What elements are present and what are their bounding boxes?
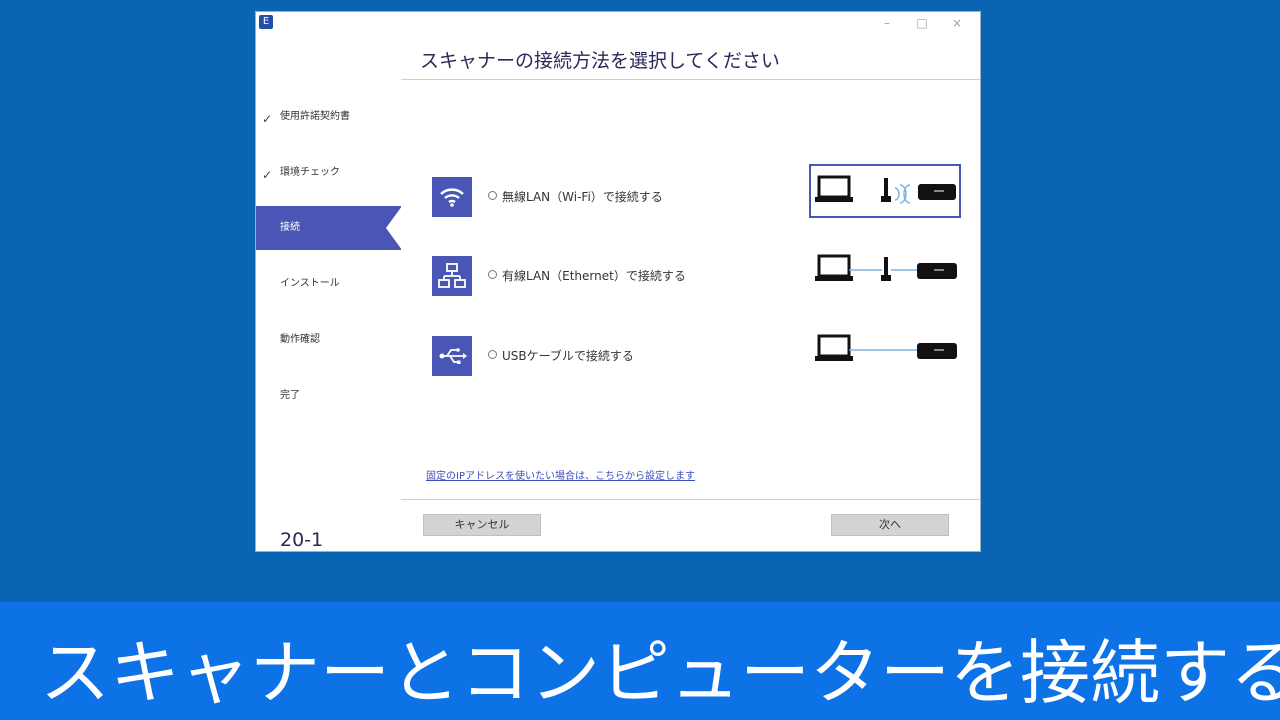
wifi-radio[interactable] [488, 191, 497, 200]
installer-window: E – □ × ✓ 使用許諾契約書 ✓ 環境チェック 接続 インストール 動作確… [255, 11, 981, 552]
close-button[interactable]: × [942, 14, 972, 32]
usb-icon [432, 336, 472, 376]
usb-radio[interactable] [488, 350, 497, 359]
app-icon: E [259, 15, 273, 29]
version-label: 20-1 [280, 529, 324, 551]
divider [401, 79, 980, 80]
step-label: 完了 [280, 390, 300, 401]
step-label: 接続 [280, 222, 300, 233]
step-label: 動作確認 [280, 334, 320, 345]
step-license: ✓ 使用許諾契約書 [256, 95, 401, 139]
next-button[interactable]: 次へ [831, 514, 949, 536]
step-verify: 動作確認 [256, 318, 401, 362]
cancel-button[interactable]: キャンセル [423, 514, 541, 536]
page-title: スキャナーの接続方法を選択してください [420, 50, 780, 72]
usb-option-label: USBケーブルで接続する [502, 349, 634, 363]
ethernet-radio[interactable] [488, 270, 497, 279]
step-env-check: ✓ 環境チェック [256, 151, 401, 195]
step-label: インストール [280, 278, 340, 289]
step-complete: 完了 [256, 374, 401, 418]
wifi-icon [432, 177, 472, 217]
option-wifi[interactable]: 無線LAN（Wi-Fi）で接続する [432, 164, 972, 237]
check-icon: ✓ [262, 112, 273, 126]
option-usb[interactable]: USBケーブルで接続する [432, 334, 972, 396]
divider [401, 499, 980, 500]
maximize-button[interactable]: □ [907, 14, 937, 32]
step-label: 環境チェック [280, 167, 340, 178]
static-ip-link[interactable]: 固定のIPアドレスを使いたい場合は、こちらから設定します [426, 467, 695, 482]
wifi-option-label: 無線LAN（Wi-Fi）で接続する [502, 190, 663, 204]
network-icon [432, 256, 472, 296]
check-icon: ✓ [262, 168, 273, 182]
caption-text: スキャナーとコンピューターを接続する [40, 632, 1280, 714]
step-connection: 接続 [256, 206, 401, 250]
active-step-indicator [386, 206, 402, 250]
title-bar: E – □ × [256, 12, 980, 34]
wifi-connection-diagram [809, 164, 961, 218]
step-label: 使用許諾契約書 [280, 111, 350, 122]
usb-connection-diagram [809, 323, 961, 377]
step-install: インストール [256, 262, 401, 306]
minimize-button[interactable]: – [872, 14, 902, 32]
option-ethernet[interactable]: 有線LAN（Ethernet）で接続する [432, 254, 972, 316]
ethernet-connection-diagram [809, 243, 961, 297]
ethernet-option-label: 有線LAN（Ethernet）で接続する [502, 269, 686, 283]
steps-sidebar: ✓ 使用許諾契約書 ✓ 環境チェック 接続 インストール 動作確認 完了 20-… [256, 34, 401, 551]
caption-bar: スキャナーとコンピューターを接続する [0, 602, 1280, 720]
